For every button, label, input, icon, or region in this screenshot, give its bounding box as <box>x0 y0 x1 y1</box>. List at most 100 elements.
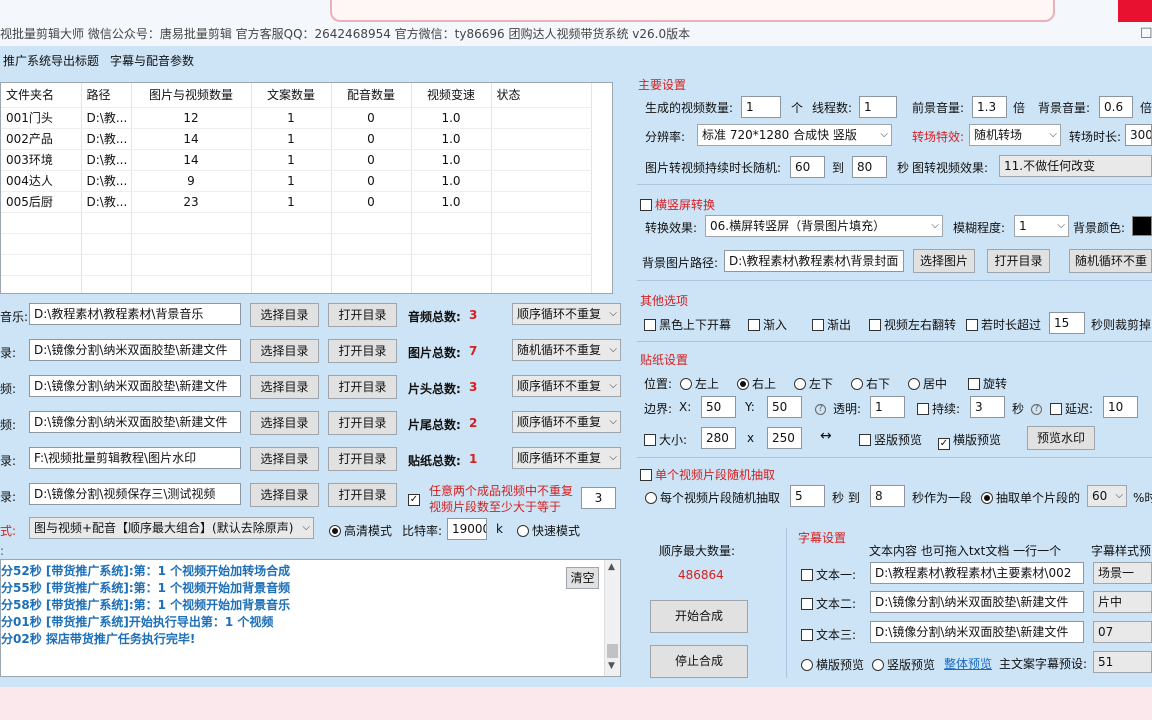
text2-path-input[interactable]: D:\镜像分割\纳米双面胶垫\新建文件夹 <box>870 591 1084 613</box>
dir-order-select[interactable]: 顺序循环不重复 ⌵ <box>512 447 621 469</box>
pos-top-right-radio[interactable]: 右上 <box>737 375 776 392</box>
hv-effect-select[interactable]: 06.横屏转竖屏（背景图片填充） ⌵ <box>705 215 943 237</box>
duration-exceed-check[interactable]: 若时长超过 <box>966 316 1041 333</box>
margin-y-input[interactable]: 50 <box>767 396 802 418</box>
table-row[interactable]: 004达人 D:\教... 9 1 0 1.0 <box>1 170 592 192</box>
col-media-count[interactable]: 图片与视频数量 <box>131 83 252 108</box>
image-duration-to[interactable]: 80 <box>852 156 887 178</box>
table-row[interactable]: 005后厨 D:\教... 23 1 0 1.0 <box>1 191 592 213</box>
delay-input[interactable]: 10 <box>1103 396 1138 418</box>
close-button[interactable] <box>1118 0 1152 22</box>
clip-from-input[interactable]: 5 <box>790 485 825 507</box>
tab-subtitle-voice[interactable]: 字幕与配音参数 <box>107 50 197 72</box>
transition-duration-input[interactable]: 300 <box>1125 124 1152 146</box>
open-dir-button[interactable]: 打开目录 <box>328 339 397 363</box>
fade-out-check[interactable]: 渐出 <box>812 316 851 333</box>
fade-in-check[interactable]: 渐入 <box>748 316 787 333</box>
transition-select[interactable]: 随机转场 ⌵ <box>969 124 1061 146</box>
dir-path-input[interactable]: D:\镜像分割\纳米双面胶垫\新建文件夹 <box>29 339 241 361</box>
clip-opt2-radio[interactable]: 抽取单个片段的 <box>981 489 1080 506</box>
bg-volume-input[interactable]: 0.6 <box>1099 96 1133 118</box>
text1-path-input[interactable]: D:\教程素材\教程素材\主要素材\002产 <box>870 562 1084 584</box>
gen-count-input[interactable]: 1 <box>741 96 781 118</box>
clip-random-check[interactable]: 单个视频片段随机抽取 <box>640 466 775 483</box>
select-dir-button[interactable]: 选择目录 <box>250 339 319 363</box>
pos-bottom-right-radio[interactable]: 右下 <box>851 375 890 392</box>
open-dir-button[interactable]: 打开目录 <box>328 375 397 399</box>
col-speed[interactable]: 视频变速 <box>411 83 492 108</box>
col-path[interactable]: 路径 <box>81 83 132 108</box>
text3-style-select[interactable]: 07 <box>1093 621 1152 643</box>
persist-input[interactable]: 3 <box>970 396 1005 418</box>
dir-path-input[interactable]: D:\镜像分割\纳米双面胶垫\新建文件夹 <box>29 375 241 397</box>
select-dir-button[interactable]: 选择目录 <box>250 375 319 399</box>
help-icon[interactable]: ? <box>815 400 826 415</box>
scroll-up-icon[interactable]: ▲ <box>608 562 615 572</box>
open-dir-button[interactable]: 打开目录 <box>328 447 397 471</box>
clip-opt1-radio[interactable]: 每个视频片段随机抽取 <box>645 489 780 506</box>
delay-check[interactable]: 延迟: <box>1050 400 1093 417</box>
dir-path-input[interactable]: D:\教程素材\教程素材\背景音乐 <box>29 303 241 325</box>
select-image-button[interactable]: 选择图片 <box>913 249 975 273</box>
link-ratio-icon[interactable]: ↔ <box>820 428 832 444</box>
black-curtain-check[interactable]: 黑色上下开幕 <box>644 316 731 333</box>
horizontal-preview-check[interactable]: ✓ 横版预览 <box>938 431 1001 450</box>
table-row[interactable]: 002产品 D:\教... 14 1 0 1.0 <box>1 128 592 150</box>
text1-style-select[interactable]: 场景一 <box>1093 562 1152 584</box>
text2-style-select[interactable]: 片中 <box>1093 591 1152 613</box>
mode-select[interactable]: 图与视频+配音【顺序最大组合】(默认去除原声) ⌵ <box>29 517 314 539</box>
output-select-dir-button[interactable]: 选择目录 <box>250 483 319 507</box>
hv-convert-check[interactable]: 横竖屏转换 <box>640 196 715 213</box>
flip-check[interactable]: 视频左右翻转 <box>869 316 956 333</box>
col-text-count[interactable]: 文案数量 <box>251 83 332 108</box>
alpha-input[interactable]: 1 <box>870 396 905 418</box>
duration-exceed-input[interactable]: 15 <box>1049 312 1085 334</box>
text2-check[interactable]: 文本二: <box>801 595 856 612</box>
stop-button[interactable]: 停止合成 <box>650 645 748 678</box>
overall-preview-link[interactable]: 整体预览 <box>944 655 992 672</box>
preview-watermark-button[interactable]: 预览水印 <box>1027 426 1095 450</box>
pos-center-radio[interactable]: 居中 <box>908 375 947 392</box>
open-dir-button[interactable]: 打开目录 <box>328 411 397 435</box>
image-duration-from[interactable]: 60 <box>790 156 825 178</box>
bg-color-swatch[interactable] <box>1132 216 1152 236</box>
select-dir-button[interactable]: 选择目录 <box>250 303 319 327</box>
bitrate-input[interactable]: 19000 <box>447 518 487 540</box>
text3-path-input[interactable]: D:\镜像分割\纳米双面胶垫\新建文件夹\ <box>870 621 1084 643</box>
output-open-dir-button[interactable]: 打开目录 <box>328 483 397 507</box>
clip-to-input[interactable]: 8 <box>870 485 905 507</box>
dir-order-select[interactable]: 顺序循环不重复 ⌵ <box>512 411 621 433</box>
table-row[interactable]: 003环境 D:\教... 14 1 0 1.0 <box>1 149 592 171</box>
pos-top-left-radio[interactable]: 左上 <box>680 375 719 392</box>
bg-image-path-input[interactable]: D:\教程素材\教程素材\背景封面 <box>724 250 904 272</box>
log-scrollbar[interactable]: ▲ ▼ <box>604 560 620 676</box>
vertical-preview-check[interactable]: 竖版预览 <box>859 431 922 448</box>
start-button[interactable]: 开始合成 <box>650 600 748 633</box>
resolution-select[interactable]: 标准 720*1280 合成快 竖版 ⌵ <box>697 124 892 146</box>
hv-open-dir-button[interactable]: 打开目录 <box>987 249 1050 273</box>
col-status[interactable]: 状态 <box>491 83 592 108</box>
open-dir-button[interactable]: 打开目录 <box>328 303 397 327</box>
col-voice-count[interactable]: 配音数量 <box>331 83 412 108</box>
dir-path-input[interactable]: D:\镜像分割\纳米双面胶垫\新建文件夹 <box>29 411 241 433</box>
scroll-thumb[interactable] <box>607 644 618 658</box>
dir-order-select[interactable]: 顺序循环不重复 ⌵ <box>512 375 621 397</box>
hq-mode-radio[interactable]: 高清模式 <box>329 522 392 539</box>
text3-check[interactable]: 文本三: <box>801 626 856 643</box>
fast-mode-radio[interactable]: 快速模式 <box>517 522 580 539</box>
tab-export-title[interactable]: 导出标题 <box>48 50 102 72</box>
rotate-check[interactable]: 旋转 <box>968 375 1007 392</box>
persist-check[interactable]: 持续: <box>917 400 960 417</box>
blur-select[interactable]: 1 ⌵ <box>1014 215 1069 237</box>
text1-check[interactable]: 文本一: <box>801 566 856 583</box>
clip-percent-select[interactable]: 60 ⌵ <box>1087 485 1127 507</box>
clear-log-button[interactable]: 清空 <box>566 567 599 589</box>
help-icon[interactable]: ? <box>1031 400 1042 415</box>
min-segment-input[interactable]: 3 <box>581 487 616 509</box>
pos-bottom-left-radio[interactable]: 左下 <box>794 375 833 392</box>
sub-vpreview-radio[interactable]: 竖版预览 <box>872 656 935 673</box>
size-height-input[interactable]: 250 <box>767 427 802 449</box>
dir-order-select[interactable]: 顺序循环不重复 ⌵ <box>512 303 621 325</box>
tab-promotion[interactable]: 推广系统 <box>0 50 54 72</box>
unique-check[interactable]: ✓ <box>408 489 423 506</box>
